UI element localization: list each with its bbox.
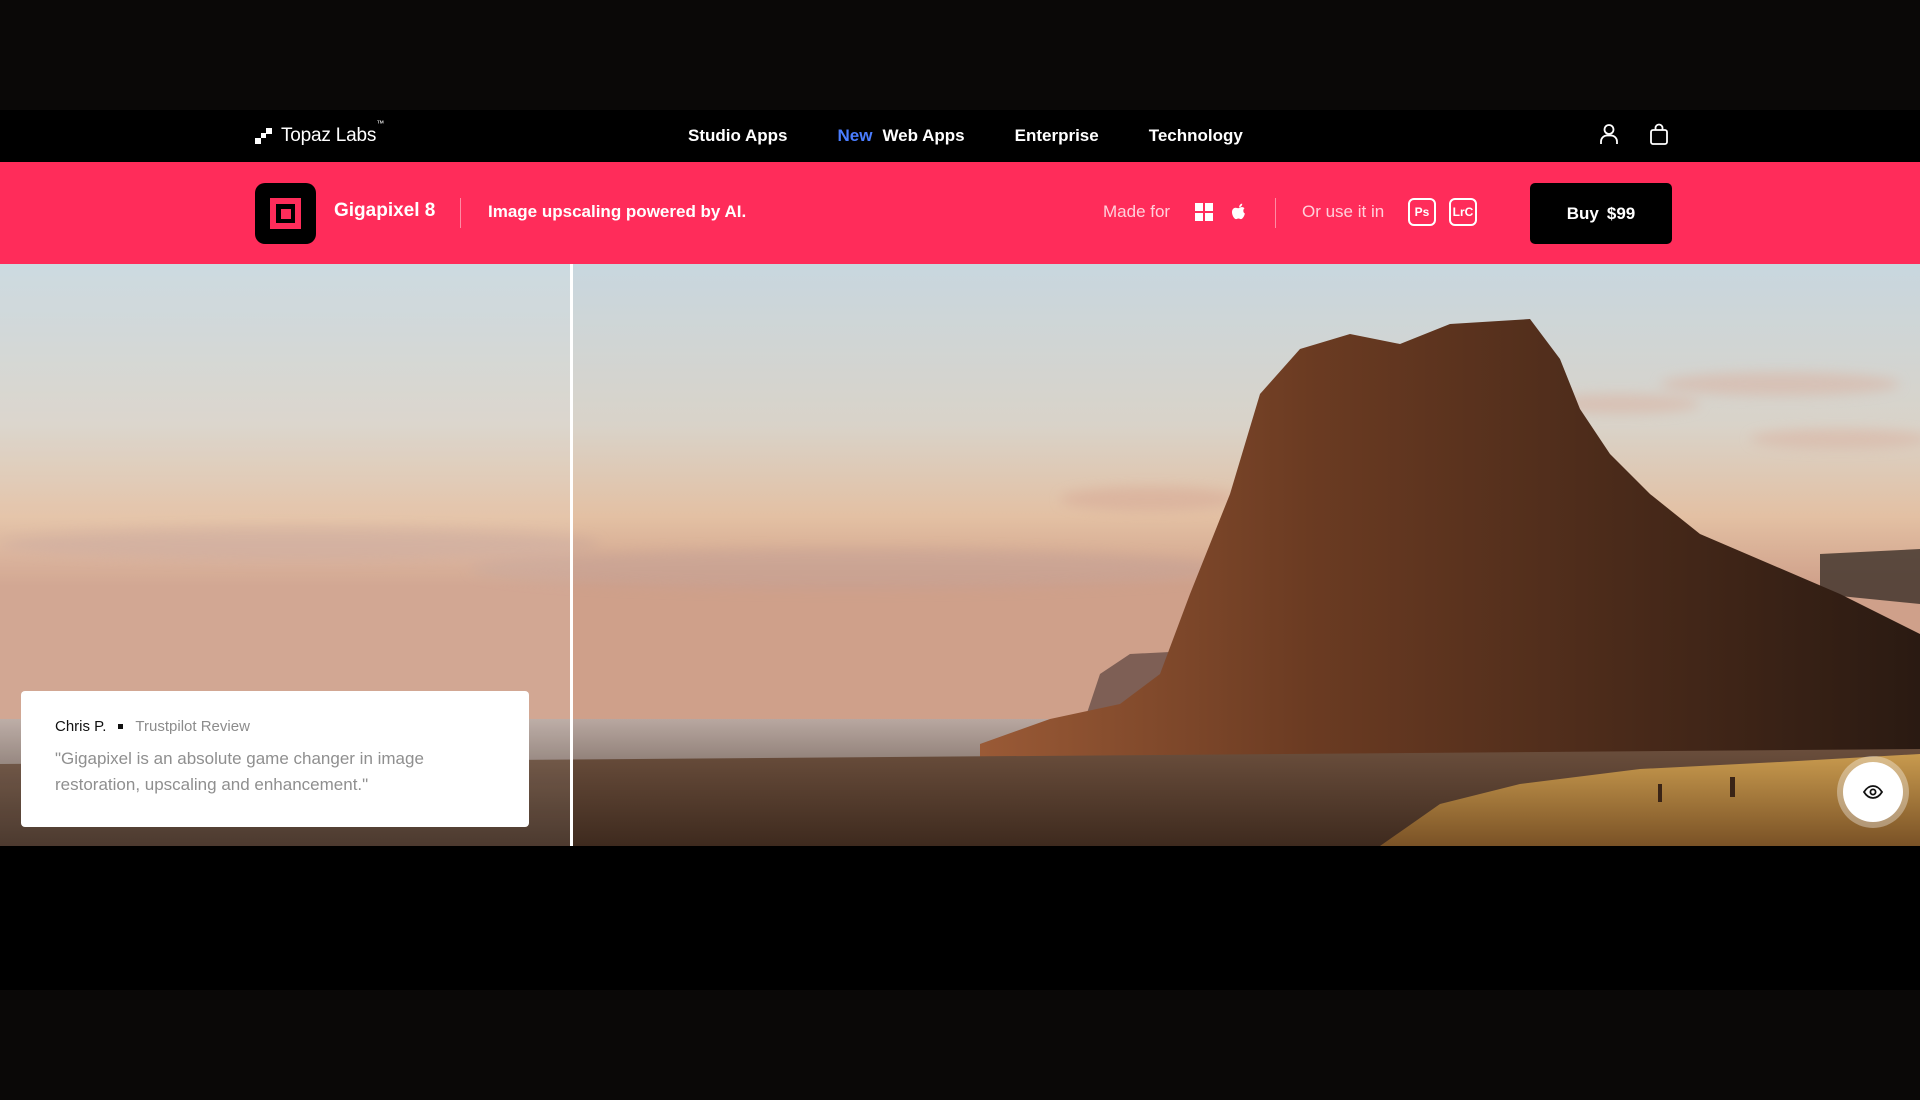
apple-icon[interactable]: [1229, 201, 1249, 223]
shopping-bag-icon[interactable]: [1648, 120, 1670, 148]
nav-links: Studio Apps New Web Apps Enterprise Tech…: [688, 122, 1293, 150]
top-navigation: Topaz Labs™ Studio Apps New Web Apps Ent…: [0, 110, 1920, 161]
nav-actions: [1598, 120, 1670, 148]
logo-text: Topaz Labs™: [281, 119, 384, 146]
photoshop-plugin-icon[interactable]: Ps: [1408, 198, 1436, 226]
review-card: Chris P. Trustpilot Review "Gigapixel is…: [21, 691, 529, 827]
user-icon[interactable]: [1598, 120, 1620, 148]
new-badge: New: [837, 126, 873, 145]
nav-link-studio-apps[interactable]: Studio Apps: [688, 126, 787, 146]
eye-icon: [1863, 785, 1883, 799]
review-text: "Gigapixel is an absolute game changer i…: [55, 749, 424, 794]
product-name: Gigapixel 8: [334, 200, 436, 221]
topaz-logo-icon: [255, 128, 272, 144]
buy-label: Buy: [1566, 203, 1599, 223]
divider: [460, 198, 461, 228]
windows-icon[interactable]: [1194, 201, 1214, 223]
buy-button[interactable]: Buy $99: [1530, 183, 1672, 244]
product-tagline: Image upscaling powered by AI.: [488, 202, 747, 221]
divider: [1275, 198, 1276, 228]
topaz-labs-logo[interactable]: Topaz Labs™: [255, 119, 384, 150]
price: $99: [1606, 203, 1636, 223]
hero-comparison-image[interactable]: Chris P. Trustpilot Review "Gigapixel is…: [0, 264, 1920, 846]
lightroom-classic-plugin-icon[interactable]: LrC: [1449, 198, 1477, 226]
comparison-slider-handle[interactable]: [570, 264, 573, 846]
use-in-label: Or use it in: [1302, 202, 1385, 221]
review-source: Trustpilot Review: [135, 718, 250, 735]
nav-link-web-apps[interactable]: Web Apps: [882, 126, 964, 146]
made-for-label: Made for: [1103, 202, 1171, 221]
gigapixel-logo-icon[interactable]: [255, 183, 316, 244]
nav-link-enterprise[interactable]: Enterprise: [1015, 126, 1099, 146]
nav-link-technology[interactable]: Technology: [1149, 126, 1243, 146]
separator-dot: [118, 724, 124, 729]
reviewer-name: Chris P.: [55, 718, 107, 735]
product-bar: Gigapixel 8 Image upscaling powered by A…: [0, 162, 1920, 264]
compare-toggle-button[interactable]: [1843, 762, 1903, 822]
review-header: Chris P. Trustpilot Review: [55, 718, 495, 735]
